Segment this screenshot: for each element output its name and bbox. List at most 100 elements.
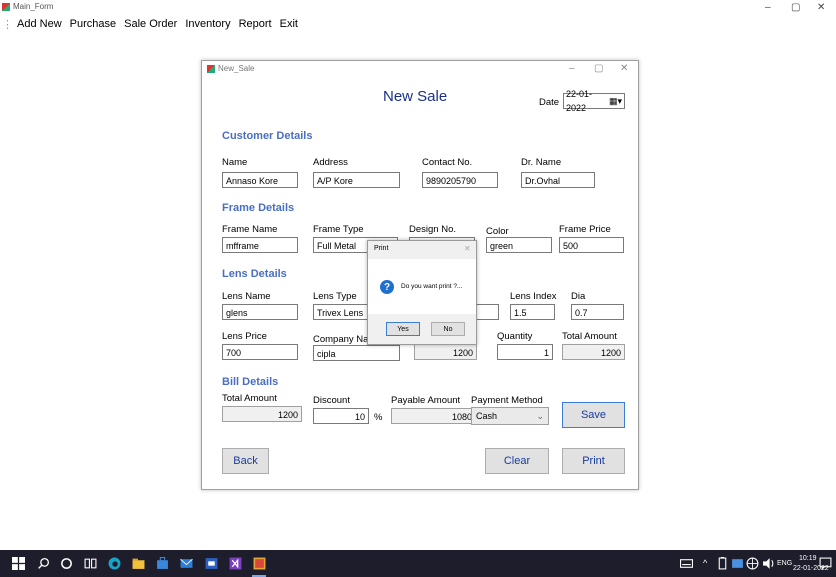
- battery-icon[interactable]: [716, 557, 729, 570]
- discount-label: Discount: [313, 395, 350, 406]
- date-value: 22-01-2022: [566, 89, 593, 113]
- quantity-label: Quantity: [497, 331, 533, 342]
- new-sale-title: New_Sale: [207, 64, 254, 73]
- volume-icon[interactable]: [762, 557, 775, 570]
- menu-exit[interactable]: Exit: [280, 18, 298, 31]
- frame-type-label: Frame Type: [313, 224, 364, 235]
- contact-label: Contact No.: [422, 157, 473, 168]
- menu-inventory[interactable]: Inventory: [185, 18, 230, 31]
- color-label: Color: [486, 226, 509, 237]
- cortana-icon[interactable]: [60, 557, 73, 570]
- start-icon[interactable]: [12, 557, 25, 570]
- store-icon[interactable]: [156, 557, 169, 570]
- notification-icon[interactable]: [819, 557, 832, 570]
- print-dialog-message: Do you want print ?...: [401, 283, 463, 290]
- sale-close-icon[interactable]: ✕: [620, 63, 628, 74]
- no-button[interactable]: No: [431, 322, 465, 336]
- contact-field[interactable]: 9890205790: [422, 172, 498, 188]
- task-view-icon[interactable]: [84, 557, 97, 570]
- lens-details-heading: Lens Details: [222, 268, 287, 280]
- language-indicator[interactable]: ENG: [777, 560, 792, 567]
- lens-type-label: Lens Type: [313, 291, 357, 302]
- company-name-field[interactable]: cipla: [313, 345, 400, 361]
- network-icon[interactable]: [746, 557, 759, 570]
- percent-sign: %: [374, 412, 383, 423]
- minimize-icon[interactable]: –: [765, 2, 771, 13]
- menu-sale-order[interactable]: Sale Order: [124, 18, 177, 31]
- main-window-title-text: Main_Form: [13, 2, 54, 11]
- lens-index-field[interactable]: 1.5: [510, 304, 555, 320]
- print-dialog-title: Print: [374, 245, 389, 252]
- lens-name-field[interactable]: glens: [222, 304, 298, 320]
- close-icon[interactable]: ✕: [817, 2, 825, 13]
- menu-grip: ⋮: [2, 19, 13, 31]
- payment-method-select[interactable]: Cash ⌄: [471, 407, 549, 425]
- mail-icon[interactable]: [180, 557, 193, 570]
- page-title: New Sale: [383, 88, 448, 105]
- bill-details-heading: Bill Details: [222, 376, 279, 388]
- back-button[interactable]: Back: [222, 448, 269, 474]
- app-tray-icon[interactable]: [731, 557, 744, 570]
- taskbar: ^ ENG 10:19 22-01-2022: [0, 550, 836, 577]
- lens-type-field[interactable]: Trivex Lens: [313, 304, 373, 320]
- discount-field[interactable]: 10: [313, 408, 369, 424]
- date-picker[interactable]: 22-01-2022 ▦▾: [563, 89, 625, 113]
- print-dialog-close-icon[interactable]: ✕: [464, 244, 471, 253]
- payment-method-label: Payment Method: [471, 395, 543, 406]
- visual-studio-icon[interactable]: [229, 557, 242, 570]
- keyboard-icon[interactable]: [680, 557, 693, 570]
- clear-button[interactable]: Clear: [485, 448, 549, 474]
- customer-name-field[interactable]: Annaso Kore: [222, 172, 298, 188]
- menu-bar: ⋮ Add New Purchase Sale Order Inventory …: [2, 18, 298, 31]
- lens-total-field: 1200: [562, 344, 625, 360]
- sale-minimize-icon[interactable]: –: [569, 63, 575, 74]
- lens-name-label: Lens Name: [222, 291, 271, 302]
- lens-subtotal-field: 1200: [414, 344, 477, 360]
- new-sale-title-text: New_Sale: [218, 64, 255, 73]
- lens-index-label: Lens Index: [510, 291, 557, 302]
- design-no-label: Design No.: [409, 224, 456, 235]
- payable-amount-field: 1080: [391, 408, 476, 424]
- menu-purchase[interactable]: Purchase: [70, 18, 116, 31]
- edge-icon[interactable]: [108, 557, 121, 570]
- frame-name-field[interactable]: mfframe: [222, 237, 298, 253]
- menu-add-new[interactable]: Add New: [17, 18, 62, 31]
- lens-price-label: Lens Price: [222, 331, 267, 342]
- address-label: Address: [313, 157, 348, 168]
- frame-details-heading: Frame Details: [222, 202, 295, 214]
- frame-price-label: Frame Price: [559, 224, 611, 235]
- chevron-down-icon: ⌄: [536, 410, 544, 421]
- print-button[interactable]: Print: [562, 448, 625, 474]
- sale-maximize-icon[interactable]: ▢: [594, 63, 603, 74]
- address-field[interactable]: A/P Kore: [313, 172, 400, 188]
- bill-total-label: Total Amount: [222, 393, 277, 404]
- dia-label: Dia: [571, 291, 586, 302]
- lens-price-field[interactable]: 700: [222, 344, 298, 360]
- app-icon: [2, 2, 10, 11]
- quantity-field[interactable]: 1: [497, 344, 553, 360]
- frame-name-label: Frame Name: [222, 224, 278, 235]
- dia-field[interactable]: 0.7: [571, 304, 624, 320]
- print-dialog-body: ? Do you want print ?...: [368, 259, 476, 314]
- clock-time[interactable]: 10:19: [799, 555, 817, 562]
- main-window-title: Main_Form: [2, 2, 53, 11]
- color-field[interactable]: green: [486, 237, 552, 253]
- yes-button[interactable]: Yes: [386, 322, 420, 336]
- file-explorer-icon[interactable]: [132, 557, 145, 570]
- doctor-name-label: Dr. Name: [521, 157, 562, 168]
- chevron-up-icon[interactable]: ^: [703, 558, 707, 568]
- customer-details-heading: Customer Details: [222, 130, 313, 142]
- save-button[interactable]: Save: [562, 402, 625, 428]
- frame-price-field[interactable]: 500: [559, 237, 624, 253]
- menu-report[interactable]: Report: [239, 18, 272, 31]
- lens-total-label: Total Amount: [562, 331, 617, 342]
- payment-method-value: Cash: [476, 411, 498, 421]
- running-app-icon[interactable]: [253, 557, 266, 570]
- calendar-icon: ▦▾: [608, 96, 622, 106]
- name-label: Name: [222, 157, 248, 168]
- search-icon[interactable]: [37, 557, 50, 570]
- doctor-name-field[interactable]: Dr.Ovhal: [521, 172, 595, 188]
- bill-total-field: 1200: [222, 406, 302, 422]
- word-app-icon[interactable]: [205, 557, 218, 570]
- maximize-icon[interactable]: ▢: [791, 2, 800, 13]
